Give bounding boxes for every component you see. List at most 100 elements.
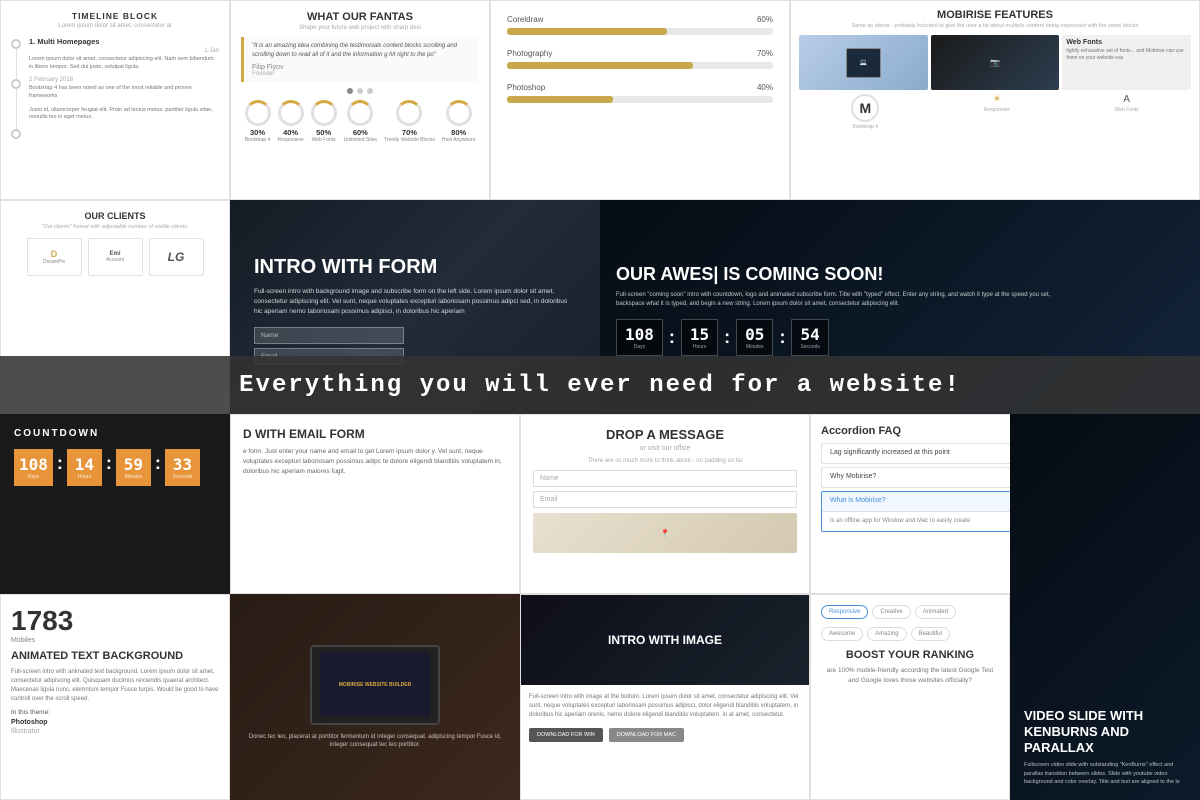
laptop-visual: MOBIRISE WEBSITE BUILDER [310,645,440,725]
boost-desc: are 100% mobile-friendly according the l… [821,666,999,686]
coming-soon-desc: Full-screen "coming soon" intro with cou… [616,291,1066,309]
timeline-item1-date: 1 Jan [29,48,219,54]
skill-coreldraw: Coreldraw 60% [507,15,773,35]
intro-image-desc: Full-screen intro with image at the bott… [529,693,801,720]
mobirise-features-title: MOBIRISE FEATURES [799,9,1191,21]
download-win-btn[interactable]: DOWNLOAD FOR WIN [529,728,603,742]
client-logo-3: LG [149,238,204,276]
nav-dot-2[interactable] [357,88,363,94]
panel-fantasies: WHAT OUR FANTAS Shape your future web pr… [230,0,490,200]
drop-message-title: DROP A MESSAGE [533,427,797,442]
panel-drop-message: DROP A MESSAGE or visit our office There… [520,414,810,594]
panel-countdown: COUNTDOWN 108 Days : 14 Hours : 59 Minut… [0,414,230,594]
email-form-title: D WITH EMAIL FORM [243,427,507,441]
banner-overlay: Everything you will ever need for a webs… [0,356,1200,414]
stat-6: 80% Host Anywhere [442,100,476,143]
panel-animated-bg: 1783 Mobiles ANIMATED TEXT BACKGROUND Fu… [0,594,230,800]
mobirise-features-subtitle: Same as above - probably included to giv… [799,23,1191,29]
timeline-item2-text: Bootstrap 4 has been noted as one of the… [29,85,219,100]
testimonial-author: Filip Flyov [252,64,471,71]
countdown-sep-3: : [779,327,785,348]
animated-item-photoshop: Photoshop [11,719,219,726]
panel-intro-image: INTRO WITH IMAGE Full-screen intro with … [520,594,810,800]
drop-name-input[interactable]: Name [533,470,797,487]
panel-timeline: TIMELINE BLOCK Lorem ipsum dolor sit ame… [0,0,230,200]
timeline-item3-text: Justo id, ullamcorper feugiat elit. Proi… [29,107,219,122]
countdown-panel-hours: 14 Hours [67,449,102,486]
skill-name-photoshop: Photoshop [507,83,545,92]
stat-5: 70% Trendy Website Blocks [384,100,435,143]
video-slide-desc: Fullscreen video slide with outstanding … [1024,761,1186,786]
panel-video-slide: VIDEO SLIDE WITH KENBURNS AND PARALLAX F… [1010,414,1200,800]
countdown-days: 108 Days [616,319,663,356]
mobirise-builder-desc: Donec tec leo, placerat at porttitor fer… [230,733,520,750]
client-logo-2: Emi Account [88,238,143,276]
boost-tab-amazing[interactable]: Amazing [867,627,906,641]
intro-name-input[interactable]: Name [254,327,404,344]
skill-photography: Photography 70% [507,49,773,69]
boost-tab-awesome[interactable]: Awesome [821,627,863,641]
stat-1: 30% Bootstrap 4 [245,100,271,143]
nav-dot-3[interactable] [367,88,373,94]
timeline-item1-text: Lorem ipsum dolor sit amet, consectetur … [29,56,219,71]
boost-tab-creative[interactable]: Creative [872,605,910,619]
intro-form-title: INTRO WITH FORM [254,255,576,279]
fantasies-title: WHAT OUR FANTAS [241,11,479,23]
testimonial-text: "It is an amazing idea combining the tes… [252,42,471,60]
countdown-panel-sep1: : [57,449,63,478]
boost-tab-responsive[interactable]: Responsive [821,605,868,619]
skill-pct-photography: 70% [757,49,773,58]
clients-subtitle: "Our clients" format with adjustable num… [11,224,219,230]
download-mac-btn[interactable]: DOWNLOAD FOR MAC [609,728,684,742]
animated-desc: Full-screen intro with animated text bac… [11,668,219,704]
stat-2: 40% Responsive [278,100,304,143]
stat-4: 60% Unlimited Sites [344,100,377,143]
panel-mobirise-builder: MOBIRISE WEBSITE BUILDER Donec tec leo, … [230,594,520,800]
animated-title: ANIMATED TEXT BACKGROUND [11,650,219,663]
boost-title: BOOST YOUR RANKING [821,649,999,661]
drop-message-desc: There are so much more to think about - … [533,458,797,464]
countdown-panel-days: 108 Days [14,449,53,486]
nav-dot-1[interactable] [347,88,353,94]
panel-clients: OUR CLIENTS "Our clients" format with ad… [0,200,230,360]
animated-number-label: Mobiles [11,637,219,644]
intro-image-title: INTRO WITH IMAGE [598,633,732,647]
animated-note: In this theme: [11,709,219,716]
countdown-sep-2: : [724,327,730,348]
countdown-panel-minutes: 59 Minutes [116,449,151,486]
skill-name-photography: Photography [507,49,552,58]
countdown-seconds: 54 Seconds [791,319,828,356]
client-logo-1: D DreamPix [27,238,82,276]
stat-3: 50% Web Fonts [311,100,337,143]
panel-email-form: D WITH EMAIL FORM e form. Just enter you… [230,414,520,594]
drop-email-input[interactable]: Email [533,491,797,508]
countdown-minutes: 05 Minutes [736,319,773,356]
drop-message-sub: or visit our office [533,445,797,452]
fantasies-subtitle: Shape your future web project with sharp… [241,25,479,31]
panel-skills: Coreldraw 60% Photography 70% Photoshop … [490,0,790,200]
countdown-panel-seconds: 33 Seconds [165,449,200,486]
testimonial-role: Founder [252,71,471,77]
skill-pct-photoshop: 40% [757,83,773,92]
panel-boost-ranking: Responsive Creative Animated Awesome Ama… [810,594,1010,800]
timeline-item2-date: 2 February 2018 [29,77,219,83]
video-slide-title: VIDEO SLIDE WITH KENBURNS AND PARALLAX [1024,708,1186,755]
skill-photoshop: Photoshop 40% [507,83,773,103]
boost-tab-animated[interactable]: Animated [915,605,956,619]
countdown-hours: 15 Hours [681,319,718,356]
web-fonts-label: Web Fonts [1066,39,1187,46]
boost-tab-beautiful[interactable]: Beautiful [911,627,950,641]
countdown-sep-1: : [669,327,675,348]
timeline-title: TIMELINE BLOCK [11,11,219,21]
banner-text: Everything you will ever need for a webs… [239,372,961,399]
drop-map: 📍 [533,513,797,553]
timeline-item1-label: 1. Multi Homepages [29,37,219,46]
timeline-subtitle: Lorem ipsum dolor sit amet, consectetur … [11,23,219,29]
countdown-panel-label: COUNTDOWN [14,428,216,439]
mobirise-builder-title: MOBIRISE WEBSITE BUILDER [339,682,412,688]
mobirise-logo-m: M [859,100,871,116]
skill-name-coreldraw: Coreldraw [507,15,543,24]
intro-form-desc: Full-screen intro with background image … [254,287,576,316]
skill-pct-coreldraw: 60% [757,15,773,24]
animated-number: 1783 [11,605,219,637]
